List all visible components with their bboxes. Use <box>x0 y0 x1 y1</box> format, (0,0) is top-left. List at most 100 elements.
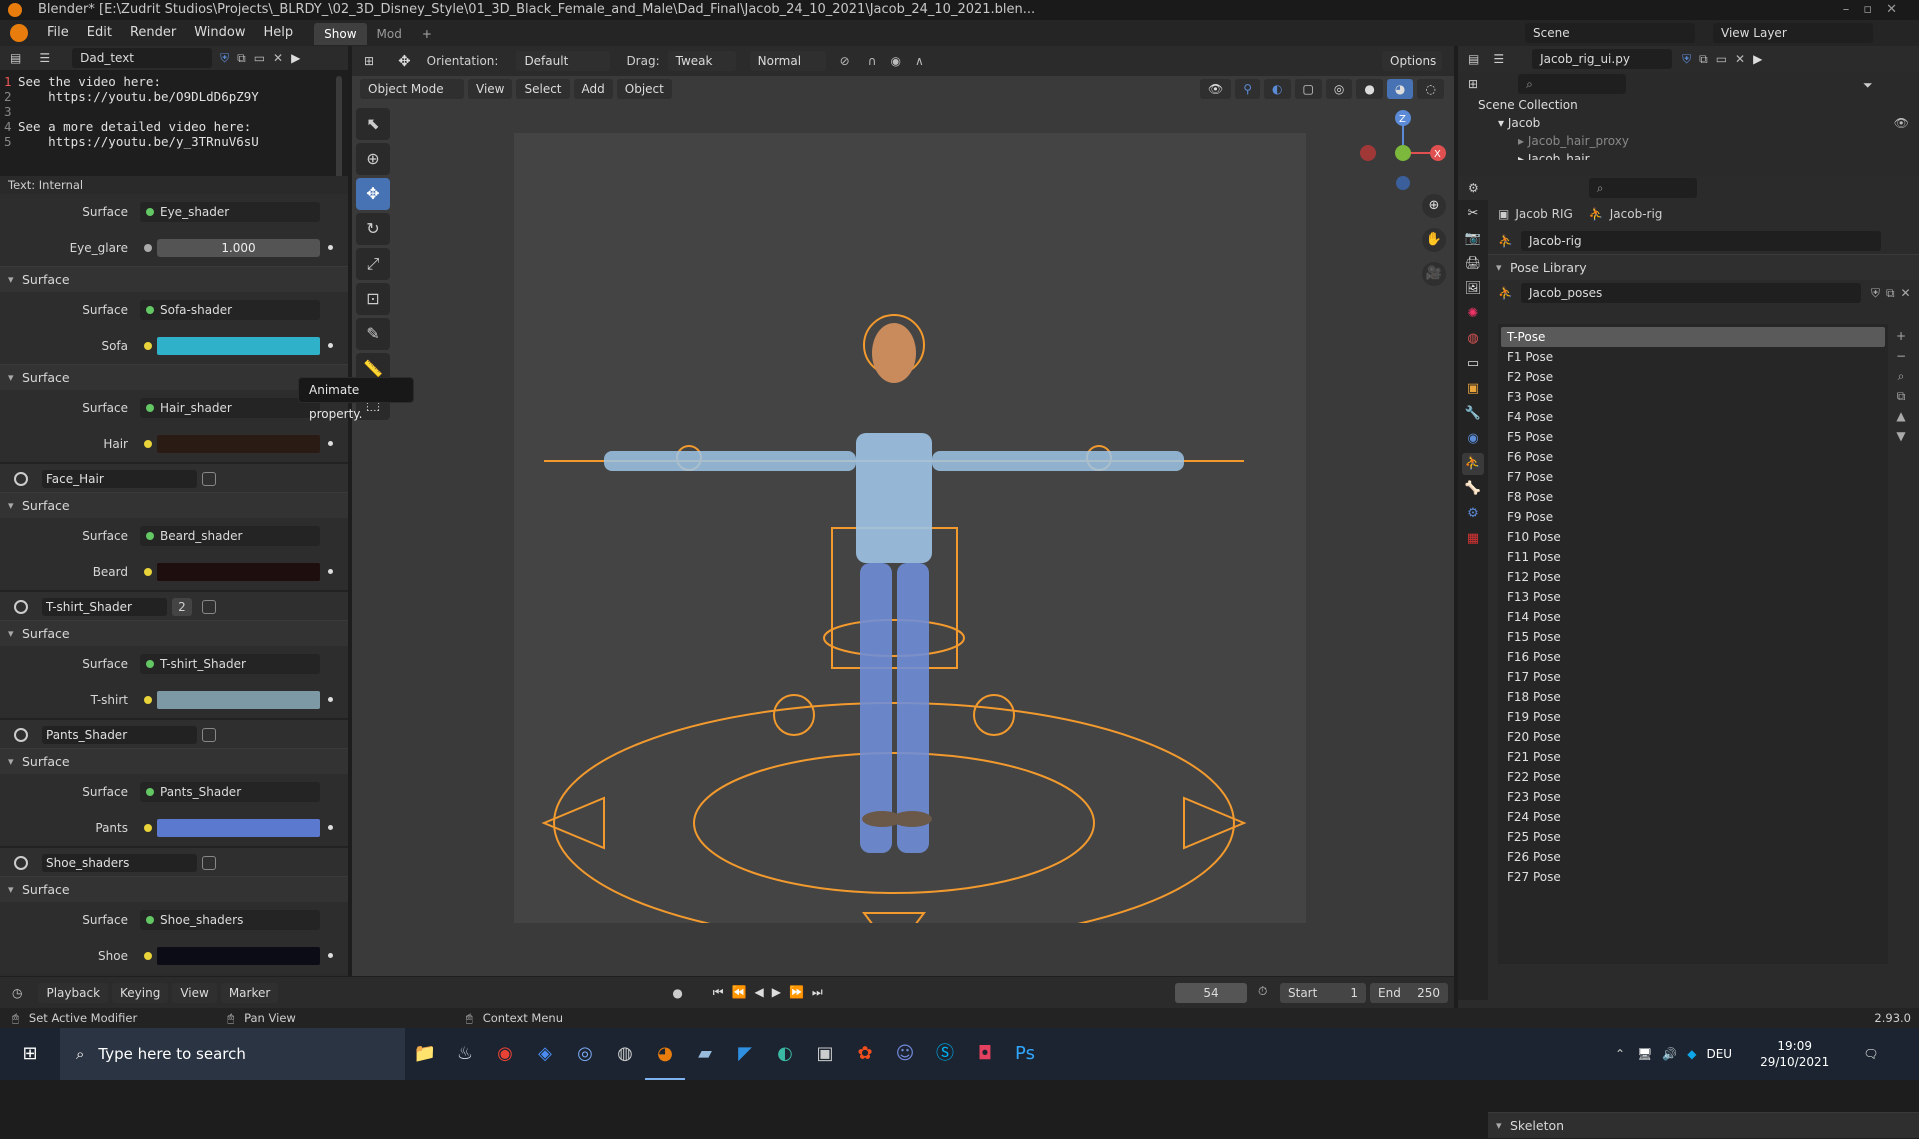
photoshop-icon[interactable]: Ps <box>1005 1028 1045 1080</box>
pose-list-item[interactable]: F20 Pose <box>1501 727 1885 747</box>
scene-collection-row[interactable]: Scene Collection <box>1458 96 1919 114</box>
open-file-icon[interactable]: ▭ <box>1716 52 1727 66</box>
rotate-tool-icon[interactable]: ↻ <box>356 213 390 245</box>
scene-selector[interactable]: Scene <box>1525 23 1695 43</box>
transform-tool-icon[interactable]: ⊡ <box>356 283 390 315</box>
new-library-icon[interactable]: ⧉ <box>1886 286 1895 301</box>
current-frame-field[interactable]: 54 <box>1175 983 1247 1003</box>
beard-surface-field[interactable]: Beard_shader <box>140 526 320 546</box>
bone-constraint-tab-icon[interactable]: ⚙ <box>1462 503 1484 525</box>
display-mode-icon[interactable]: ⊞ <box>1468 77 1478 91</box>
fake-user-icon[interactable]: ⛨ <box>220 51 229 66</box>
armature-data-tab-icon[interactable]: ⛹ <box>1462 453 1484 475</box>
blender-menu-icon[interactable] <box>10 24 28 42</box>
tshirt-surface-field[interactable]: T-shirt_Shader <box>140 654 320 674</box>
windows-start-icon[interactable]: ⊞ <box>0 1028 60 1080</box>
cursor-tool-icon[interactable]: ⊕ <box>356 143 390 175</box>
sofa-surface-section[interactable]: Surface <box>0 266 348 293</box>
transform-gizmo-icon[interactable]: ✥ <box>398 52 411 70</box>
window-controls[interactable]: –▫✕ <box>1843 0 1911 20</box>
pose-list-item[interactable]: F14 Pose <box>1501 607 1885 627</box>
physics-tab-icon[interactable]: ◉ <box>1462 428 1484 450</box>
solid-shading-icon[interactable]: ● <box>1356 79 1383 99</box>
network-icon[interactable]: 🖥 <box>1637 1047 1652 1061</box>
workspace-tab-show[interactable]: Show <box>314 23 367 45</box>
menu-help[interactable]: Help <box>255 20 303 46</box>
face-hair-material-name[interactable]: Face_Hair <box>42 470 197 488</box>
app-icon-blue[interactable]: ◈ <box>525 1028 565 1080</box>
tshirt-surface-section[interactable]: Surface <box>0 620 348 647</box>
scale-tool-icon[interactable]: ⤢ <box>356 248 390 280</box>
pose-library-panel-header[interactable]: Pose Library <box>1488 254 1919 281</box>
file-explorer-icon[interactable]: 📁 <box>405 1028 445 1080</box>
outliner-item-jacob[interactable]: ▾ Jacob 👁 <box>1458 114 1919 132</box>
pose-list-item[interactable]: F11 Pose <box>1501 547 1885 567</box>
editor-type-icon[interactable]: ◷ <box>12 986 22 1000</box>
camera-view-icon[interactable]: 🎥 <box>1422 262 1446 286</box>
app-icon-circle[interactable]: ◎ <box>565 1028 605 1080</box>
armature-data-field[interactable]: Jacob-rig <box>1520 231 1881 251</box>
workspace-tab-mod[interactable]: Mod <box>367 23 412 45</box>
object-mode-dropdown[interactable]: Object Mode <box>360 79 464 99</box>
output-tab-icon[interactable]: 🖨 <box>1462 253 1484 275</box>
select-tool-icon[interactable]: ⬉ <box>356 108 390 140</box>
script-file-name[interactable]: Jacob_rig_ui.py <box>1532 49 1673 69</box>
fake-user-icon[interactable] <box>202 728 216 742</box>
pose-list-item[interactable]: F19 Pose <box>1501 707 1885 727</box>
timeline-menu-view[interactable]: View <box>172 982 217 1003</box>
pose-list-item[interactable]: F26 Pose <box>1501 847 1885 867</box>
pose-list-item[interactable]: F1 Pose <box>1501 347 1885 367</box>
pose-list-item[interactable]: F15 Pose <box>1501 627 1885 647</box>
pose-list-item[interactable]: F17 Pose <box>1501 667 1885 687</box>
tshirt-material-name[interactable]: T-shirt_Shader <box>42 598 167 616</box>
menu-edit[interactable]: Edit <box>78 20 121 46</box>
playback-controls[interactable]: ⏮⏪◀▶⏩⏭ <box>713 985 831 1000</box>
hair-surface-field[interactable]: Hair_shader <box>140 398 320 418</box>
tray-chevron-icon[interactable]: ⌃ <box>1615 1047 1625 1061</box>
pose-library-field[interactable]: Jacob_poses <box>1520 283 1861 303</box>
pose-list-item[interactable]: F5 Pose <box>1501 427 1885 447</box>
pants-surface-section[interactable]: Surface <box>0 748 348 775</box>
pants-material-name[interactable]: Pants_Shader <box>42 726 197 744</box>
outliner-item-hair-proxy[interactable]: ▸ Jacob_hair_proxy <box>1458 132 1919 150</box>
pose-list-item[interactable]: F24 Pose <box>1501 807 1885 827</box>
pants-surface-field[interactable]: Pants_Shader <box>140 782 320 802</box>
pose-list-item[interactable]: F7 Pose <box>1501 467 1885 487</box>
render-tab-icon[interactable]: 📷 <box>1462 228 1484 250</box>
camera-app-icon[interactable]: ◍ <box>605 1028 645 1080</box>
pose-list-item[interactable]: F4 Pose <box>1501 407 1885 427</box>
shoe-surface-field[interactable]: Shoe_shaders <box>140 910 320 930</box>
run-script-icon[interactable]: ▶ <box>291 51 300 65</box>
editor-type-icon[interactable]: ▤ <box>10 51 21 65</box>
shoe-material-name[interactable]: Shoe_shaders <box>42 854 197 872</box>
keyboard-language[interactable]: DEU <box>1706 1047 1732 1061</box>
text-scrollbar[interactable] <box>336 76 342 186</box>
magnet-icon[interactable]: ∩ <box>868 54 877 68</box>
move-tool-icon[interactable]: ✥ <box>356 178 390 210</box>
eye-glare-field[interactable]: 1.000 <box>157 239 320 257</box>
animate-property-icon[interactable] <box>328 441 333 446</box>
pose-list-item[interactable]: F21 Pose <box>1501 747 1885 767</box>
scene-tab-icon[interactable]: ✺ <box>1462 303 1484 325</box>
orientation-dropdown[interactable]: Default <box>516 51 611 71</box>
wireframe-shading-icon[interactable]: ◎ <box>1325 79 1353 99</box>
pose-list-item[interactable]: F8 Pose <box>1501 487 1885 507</box>
pose-list-item[interactable]: F23 Pose <box>1501 787 1885 807</box>
pose-list-item[interactable]: F12 Pose <box>1501 567 1885 587</box>
snap-icon[interactable]: ⊘ <box>840 54 850 68</box>
tshirt-color-swatch[interactable] <box>157 691 320 709</box>
pose-list-item[interactable]: F27 Pose <box>1501 867 1885 887</box>
sofa-surface-field[interactable]: Sofa-shader <box>140 300 320 320</box>
filter-icon[interactable]: ⏷ <box>1863 78 1873 93</box>
world-tab-icon[interactable]: ◍ <box>1462 328 1484 350</box>
tool-tab-icon[interactable]: ✂ <box>1462 203 1484 225</box>
editor-type-icon[interactable]: ⚙ <box>1468 181 1479 195</box>
users-count-badge[interactable]: 2 <box>172 598 192 616</box>
outliner-search-input[interactable]: ⌕ <box>1518 74 1627 94</box>
pose-list-item[interactable]: F9 Pose <box>1501 507 1885 527</box>
shoe-surface-section[interactable]: Surface <box>0 876 348 903</box>
animate-property-icon[interactable] <box>328 697 333 702</box>
skeleton-panel-header[interactable]: Skeleton <box>1488 1112 1919 1139</box>
pose-list-item[interactable]: F25 Pose <box>1501 827 1885 847</box>
chrome-icon[interactable]: ◉ <box>485 1028 525 1080</box>
